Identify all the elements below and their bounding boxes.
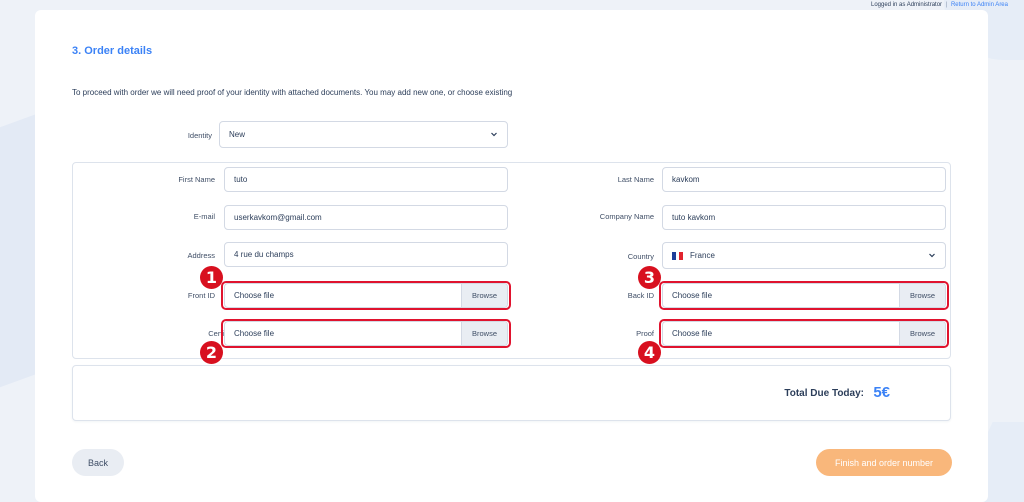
france-flag-icon xyxy=(672,251,684,260)
chevron-down-icon xyxy=(929,253,935,258)
address-label: Address xyxy=(187,251,215,260)
chevron-down-icon xyxy=(491,132,497,137)
company-name-label: Company Name xyxy=(599,212,654,221)
first-name-input[interactable]: tuto xyxy=(224,167,508,192)
return-to-admin-link[interactable]: Return to Admin Area xyxy=(951,2,1008,8)
finish-and-order-button[interactable]: Finish and order number xyxy=(816,449,952,476)
total-due-box: Total Due Today: 5€ xyxy=(72,365,951,421)
front-id-highlight xyxy=(221,281,511,310)
admin-topbar: Logged in as Administrator | Return to A… xyxy=(871,2,1008,8)
order-details-card: 3. Order details To proceed with order w… xyxy=(35,10,988,502)
annotation-badge-1: 1 xyxy=(200,266,223,289)
country-select[interactable]: France xyxy=(662,242,946,269)
identity-value: New xyxy=(229,130,246,139)
identity-select[interactable]: New xyxy=(219,121,508,148)
total-due-label: Total Due Today: xyxy=(784,388,864,399)
logged-in-text: Logged in as Administrator xyxy=(871,2,943,8)
annotation-badge-4: 4 xyxy=(638,341,661,364)
country-value: France xyxy=(690,251,715,260)
proof-label: Proof xyxy=(636,329,654,338)
address-input[interactable]: 4 rue du champs xyxy=(224,242,508,267)
total-due-value: 5€ xyxy=(873,384,890,401)
front-id-label: Front ID xyxy=(187,291,215,300)
last-name-input[interactable]: kavkom xyxy=(662,167,946,192)
back-id-highlight xyxy=(659,281,949,310)
last-name-label: Last Name xyxy=(617,175,654,184)
annotation-badge-3: 3 xyxy=(638,266,661,289)
back-id-label: Back ID xyxy=(627,291,654,300)
company-name-input[interactable]: tuto kavkom xyxy=(662,205,946,230)
section-title: 3. Order details xyxy=(72,45,153,57)
intro-text: To proceed with order we will need proof… xyxy=(72,88,513,97)
back-button[interactable]: Back xyxy=(72,449,124,476)
country-label: Country xyxy=(627,252,654,261)
proof-highlight xyxy=(659,319,949,348)
first-name-label: First Name xyxy=(178,175,215,184)
email-input[interactable]: userkavkom@gmail.com xyxy=(224,205,508,230)
topbar-separator: | xyxy=(945,2,948,8)
certificate-highlight xyxy=(221,319,511,348)
identity-label: Identity xyxy=(187,131,212,140)
annotation-badge-2: 2 xyxy=(200,341,223,364)
email-label: E-mail xyxy=(193,212,215,221)
